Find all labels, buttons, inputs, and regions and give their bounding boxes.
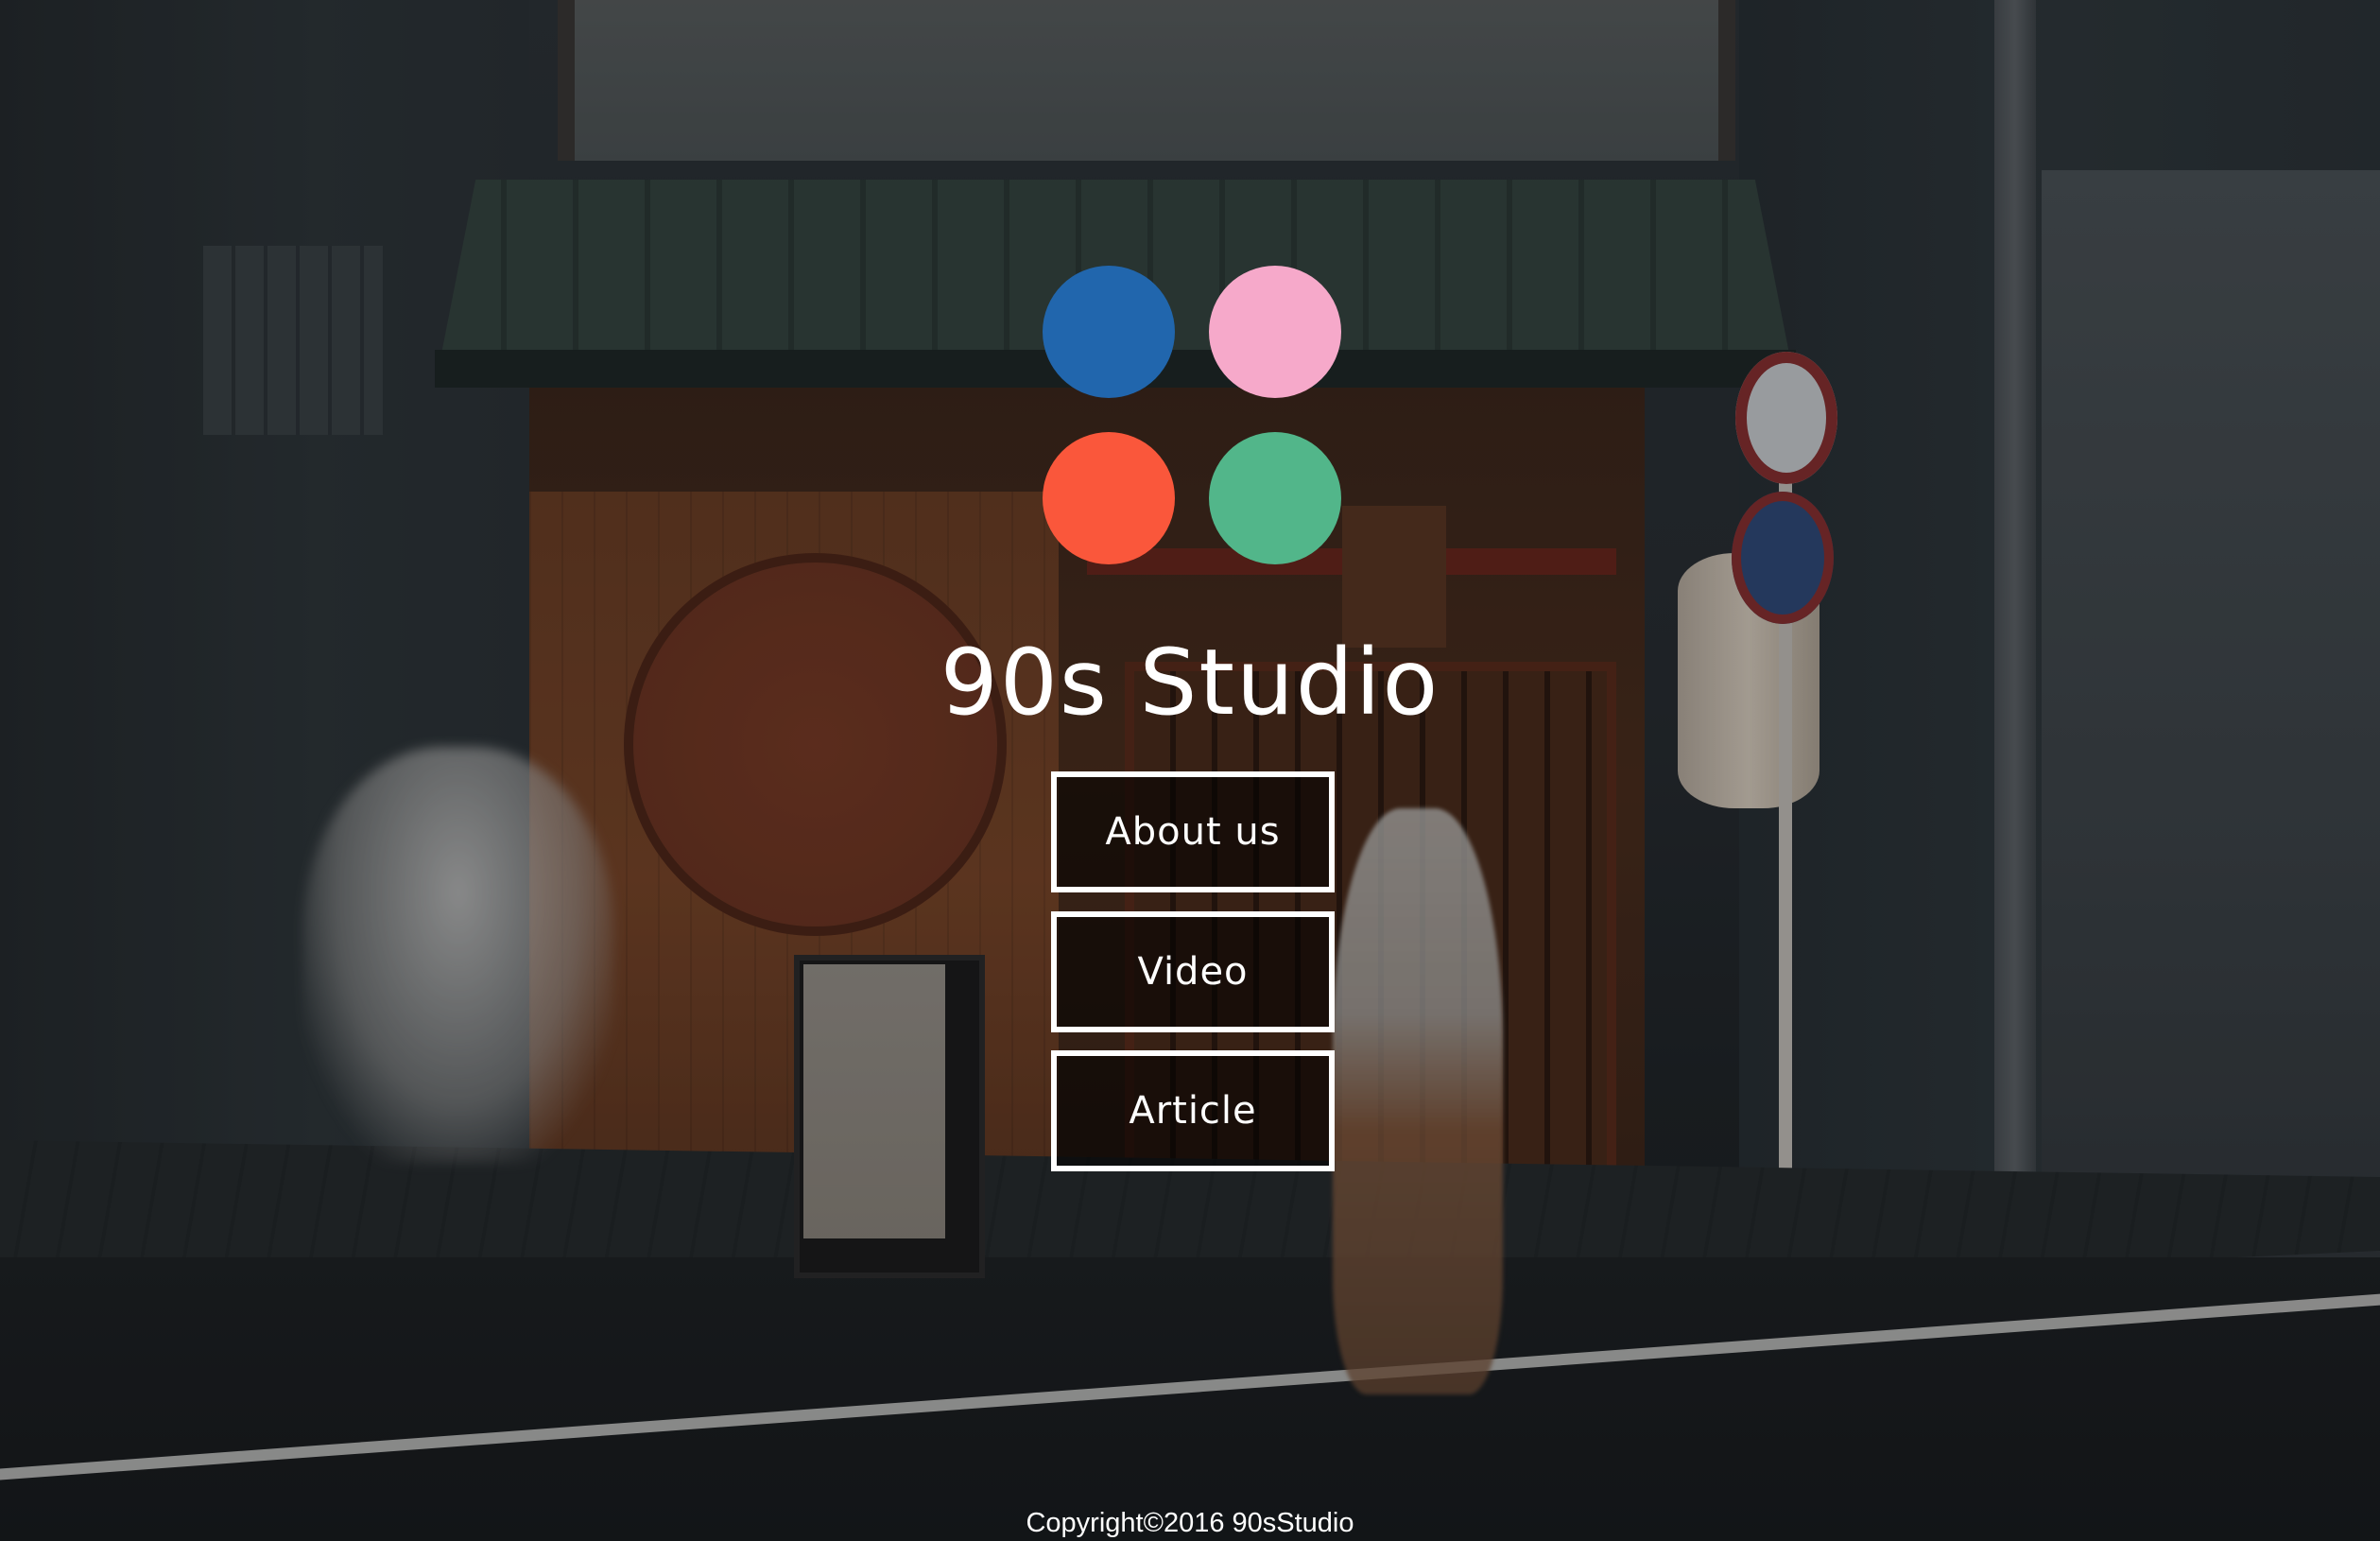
- site-title: 90s Studio: [940, 630, 1440, 736]
- footer-copyright: Copyright©2016 90sStudio: [1026, 1508, 1354, 1538]
- logo-dot-green: [1209, 432, 1341, 564]
- photo-dim-overlay: [0, 0, 2380, 1541]
- video-button[interactable]: Video: [1051, 911, 1335, 1032]
- logo-dot-pink: [1209, 266, 1341, 398]
- background-photo: [0, 0, 2380, 1541]
- site-logo[interactable]: [1043, 266, 1341, 564]
- about-us-button[interactable]: About us: [1051, 771, 1335, 892]
- logo-dot-blue: [1043, 266, 1175, 398]
- logo-dot-orange: [1043, 432, 1175, 564]
- landing-page: 90s Studio About us Video Article Copyri…: [0, 0, 2380, 1541]
- article-button[interactable]: Article: [1051, 1050, 1335, 1171]
